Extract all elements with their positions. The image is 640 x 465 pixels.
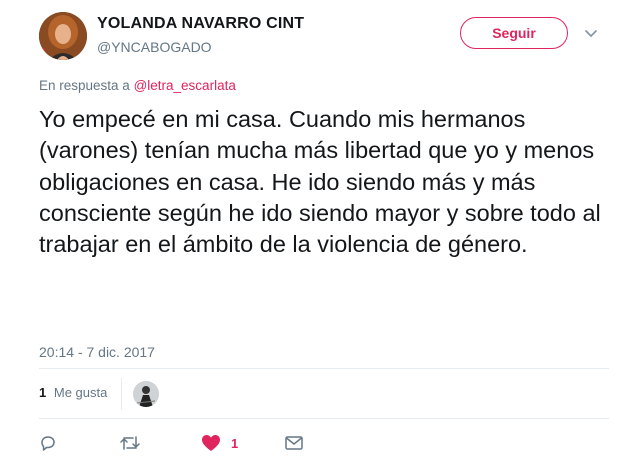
like-button[interactable]: 1	[201, 433, 238, 453]
follow-button[interactable]: Seguir	[460, 17, 568, 49]
likes-label: Me gusta	[53, 385, 108, 400]
author-handle[interactable]: @YNCABOGADO	[97, 39, 212, 55]
retweet-button[interactable]	[119, 433, 141, 453]
tweet-text: Yo empecé en mi casa. Cuando mis hermano…	[39, 106, 601, 258]
likes-stat[interactable]: 1 Me gusta	[39, 385, 107, 400]
divider	[39, 418, 609, 419]
direct-message-button[interactable]	[284, 433, 304, 453]
tweet-timestamp[interactable]: 20:14 - 7 dic. 2017	[39, 344, 155, 360]
reply-icon	[39, 434, 57, 452]
envelope-icon	[284, 434, 304, 452]
reply-context: En respuesta a @letra_escarlata	[39, 78, 236, 93]
stat-separator	[121, 378, 122, 410]
reply-mention-link[interactable]: @letra_escarlata	[134, 78, 236, 93]
chevron-down-icon[interactable]	[583, 27, 599, 39]
reply-context-prefix: En respuesta a	[39, 78, 130, 93]
author-display-name[interactable]: YOLANDA NAVARRO CINT	[97, 15, 304, 33]
heart-icon	[201, 434, 221, 452]
likes-count: 1	[39, 385, 47, 400]
author-avatar[interactable]	[39, 12, 87, 60]
reply-button[interactable]	[39, 433, 57, 453]
divider	[39, 368, 609, 369]
tweet-card: YOLANDA NAVARRO CINT @YNCABOGADO Seguir …	[0, 0, 640, 465]
retweet-icon	[119, 434, 141, 452]
liker-avatar[interactable]	[133, 381, 159, 407]
like-count: 1	[231, 435, 239, 451]
